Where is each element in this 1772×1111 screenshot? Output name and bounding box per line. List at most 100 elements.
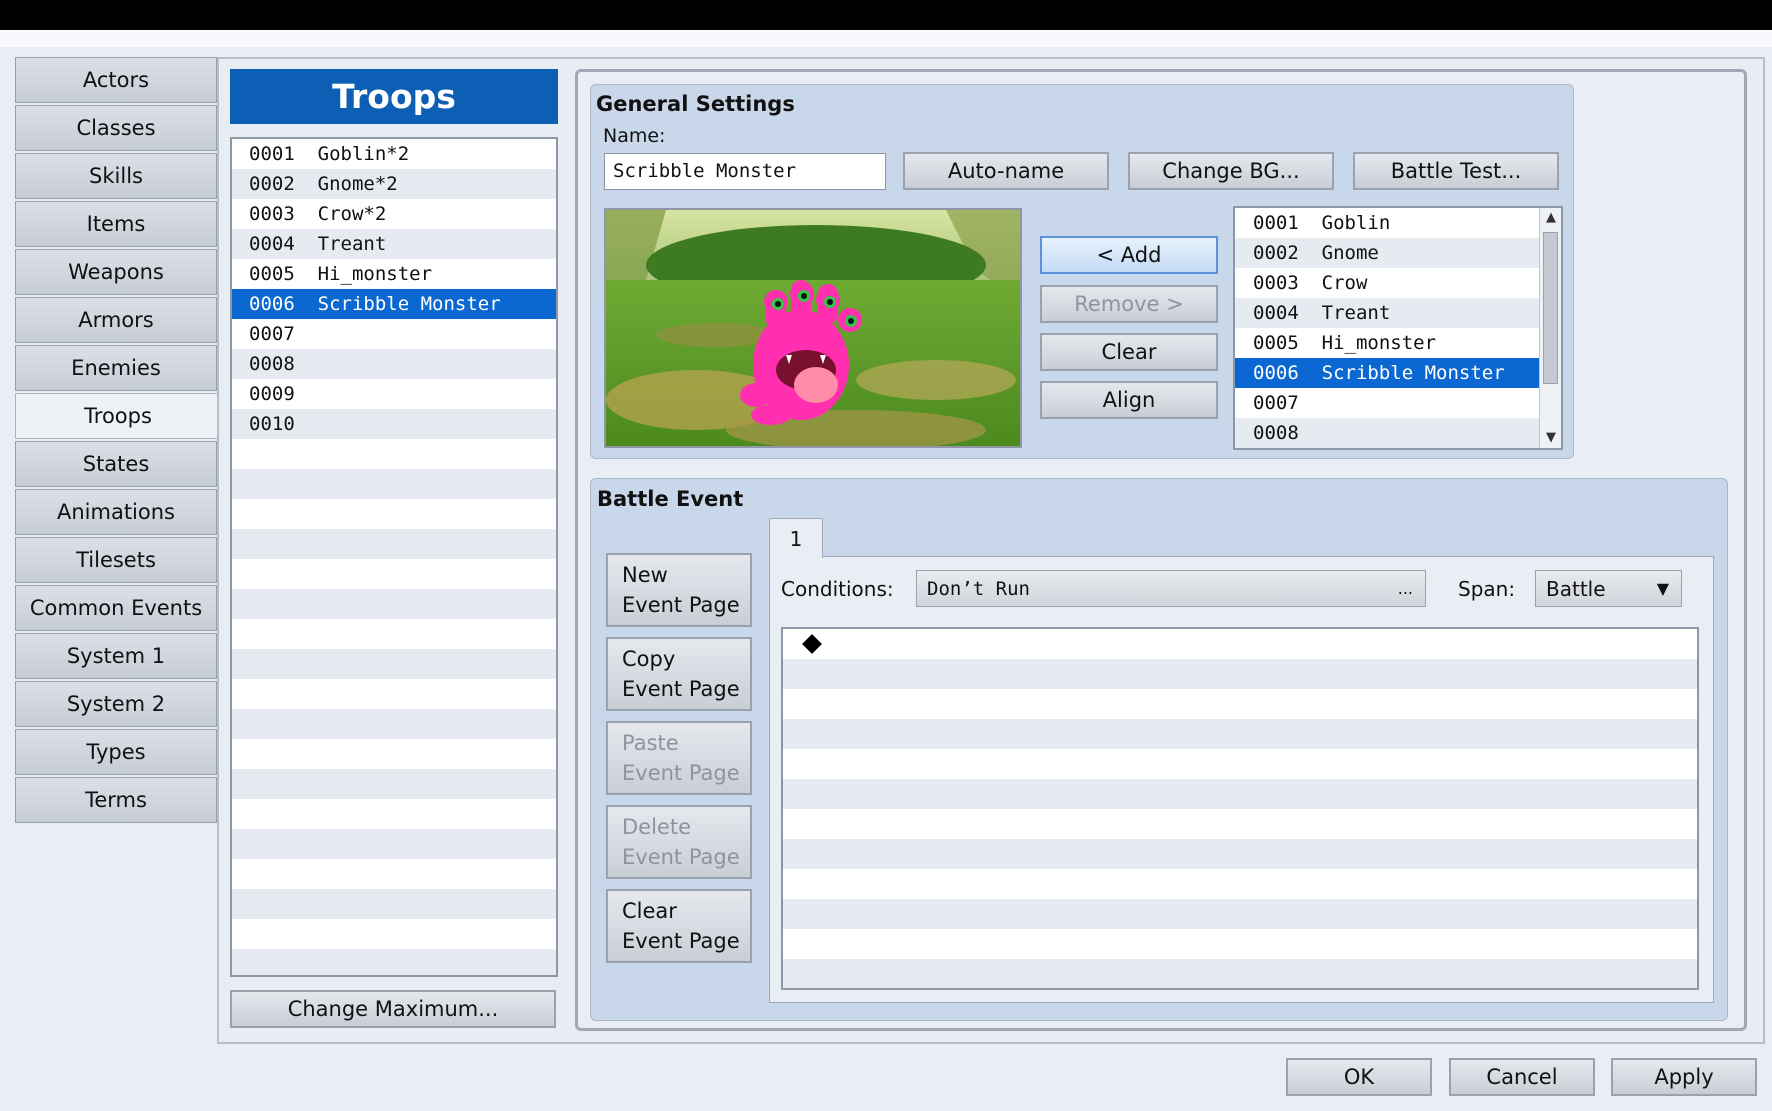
sidebar-item-system-1[interactable]: System 1 [15, 633, 217, 679]
troop-list-item[interactable] [232, 499, 556, 529]
scroll-thumb[interactable] [1543, 232, 1558, 384]
troop-list-item[interactable] [232, 589, 556, 619]
event-command-row[interactable] [783, 689, 1697, 719]
battle-background-image [606, 210, 1020, 446]
enemy-list-scrollbar[interactable]: ▲ ▼ [1539, 208, 1561, 448]
conditions-field[interactable]: Don’t Run ... [916, 570, 1426, 607]
sidebar-item-armors[interactable]: Armors [15, 297, 217, 343]
new-event-page-button[interactable]: New Event Page [606, 553, 752, 627]
sidebar-item-tilesets[interactable]: Tilesets [15, 537, 217, 583]
span-select[interactable]: Battle ▼ [1535, 570, 1682, 607]
event-command-row[interactable] [783, 749, 1697, 779]
event-command-row[interactable] [783, 659, 1697, 689]
troop-list-item[interactable]: 0010 [232, 409, 556, 439]
enemy-list-item[interactable]: 0002 Gnome [1235, 238, 1541, 268]
change-bg-button[interactable]: Change BG... [1128, 152, 1334, 190]
event-command-list[interactable] [781, 627, 1699, 990]
enemy-list-item[interactable]: 0003 Crow [1235, 268, 1541, 298]
troop-list-item[interactable] [232, 679, 556, 709]
conditions-more-icon[interactable]: ... [1398, 571, 1413, 606]
window-top-strip [0, 30, 1772, 47]
troop-list-item[interactable]: 0005 Hi_monster [232, 259, 556, 289]
troop-list-item[interactable] [232, 889, 556, 919]
sidebar-item-states[interactable]: States [15, 441, 217, 487]
troop-list-item[interactable]: 0002 Gnome*2 [232, 169, 556, 199]
cancel-button[interactable]: Cancel [1449, 1058, 1595, 1096]
battle-preview[interactable] [604, 208, 1022, 448]
troop-list-item[interactable] [232, 649, 556, 679]
sidebar-item-common-events[interactable]: Common Events [15, 585, 217, 631]
event-command-row[interactable] [783, 929, 1697, 959]
remove-enemy-button[interactable]: Remove > [1040, 285, 1218, 323]
enemy-list-item[interactable]: 0007 [1235, 388, 1541, 418]
sidebar-item-items[interactable]: Items [15, 201, 217, 247]
conditions-value: Don’t Run [927, 577, 1030, 600]
event-command-row[interactable] [783, 959, 1697, 988]
troop-list-item[interactable] [232, 439, 556, 469]
event-command-row[interactable] [783, 869, 1697, 899]
enemy-list-item[interactable]: 0004 Treant [1235, 298, 1541, 328]
troop-name-input[interactable]: Scribble Monster [604, 153, 886, 190]
troop-list-item[interactable] [232, 709, 556, 739]
troop-list-item[interactable] [232, 769, 556, 799]
scroll-down-icon[interactable]: ▼ [1540, 428, 1561, 448]
sidebar-item-weapons[interactable]: Weapons [15, 249, 217, 295]
event-command-row[interactable] [783, 629, 1697, 659]
event-command-row[interactable] [783, 839, 1697, 869]
ok-button[interactable]: OK [1286, 1058, 1432, 1096]
troop-list-item[interactable]: 0006 Scribble Monster [232, 289, 556, 319]
troop-list-item[interactable] [232, 949, 556, 975]
sidebar-item-classes[interactable]: Classes [15, 105, 217, 151]
conditions-label: Conditions: [781, 577, 894, 601]
troops-header: Troops [230, 69, 558, 124]
troop-list-item[interactable] [232, 799, 556, 829]
clear-enemies-button[interactable]: Clear [1040, 333, 1218, 371]
troop-list-item[interactable] [232, 829, 556, 859]
copy-event-page-button[interactable]: Copy Event Page [606, 637, 752, 711]
sidebar-item-enemies[interactable]: Enemies [15, 345, 217, 391]
enemy-list-item[interactable]: 0008 [1235, 418, 1541, 448]
troop-list-item[interactable] [232, 619, 556, 649]
event-command-row[interactable] [783, 809, 1697, 839]
sidebar-item-system-2[interactable]: System 2 [15, 681, 217, 727]
troop-list-item[interactable] [232, 859, 556, 889]
sidebar-item-terms[interactable]: Terms [15, 777, 217, 823]
align-enemies-button[interactable]: Align [1040, 381, 1218, 419]
auto-name-button[interactable]: Auto-name [903, 152, 1109, 190]
tab-event-page-1[interactable]: 1 [769, 518, 823, 558]
enemy-list[interactable]: 0001 Goblin 0002 Gnome 0003 Crow 0004 Trean… [1233, 206, 1563, 450]
clear-event-page-button[interactable]: Clear Event Page [606, 889, 752, 963]
troop-list-item[interactable]: 0008 [232, 349, 556, 379]
enemy-list-item[interactable]: 0005 Hi_monster [1235, 328, 1541, 358]
scroll-up-icon[interactable]: ▲ [1540, 208, 1561, 228]
troop-list-item[interactable] [232, 919, 556, 949]
paste-event-page-button[interactable]: Paste Event Page [606, 721, 752, 795]
troop-list-item[interactable]: 0004 Treant [232, 229, 556, 259]
add-enemy-button[interactable]: < Add [1040, 236, 1218, 274]
event-command-row[interactable] [783, 899, 1697, 929]
span-label: Span: [1458, 577, 1516, 601]
sidebar-item-types[interactable]: Types [15, 729, 217, 775]
enemy-list-item[interactable]: 0006 Scribble Monster [1235, 358, 1541, 388]
battle-test-button[interactable]: Battle Test... [1353, 152, 1559, 190]
troop-list-item[interactable] [232, 469, 556, 499]
name-label: Name: [603, 125, 666, 147]
troop-list-item[interactable] [232, 559, 556, 589]
apply-button[interactable]: Apply [1611, 1058, 1757, 1096]
enemy-list-item[interactable]: 0001 Goblin [1235, 208, 1541, 238]
event-command-row[interactable] [783, 779, 1697, 809]
change-maximum-button[interactable]: Change Maximum... [230, 990, 556, 1028]
sidebar-item-actors[interactable]: Actors [15, 57, 217, 103]
troop-list-item[interactable]: 0009 [232, 379, 556, 409]
troop-list-item[interactable]: 0001 Goblin*2 [232, 139, 556, 169]
sidebar-item-animations[interactable]: Animations [15, 489, 217, 535]
troops-list[interactable]: 0001 Goblin*2 0002 Gnome*2 0003 Crow*2 0004… [230, 137, 558, 977]
event-command-row[interactable] [783, 719, 1697, 749]
troop-list-item[interactable] [232, 739, 556, 769]
troop-list-item[interactable]: 0003 Crow*2 [232, 199, 556, 229]
troop-list-item[interactable] [232, 529, 556, 559]
delete-event-page-button[interactable]: Delete Event Page [606, 805, 752, 879]
sidebar-item-troops[interactable]: Troops [15, 393, 220, 439]
troop-list-item[interactable]: 0007 [232, 319, 556, 349]
sidebar-item-skills[interactable]: Skills [15, 153, 217, 199]
